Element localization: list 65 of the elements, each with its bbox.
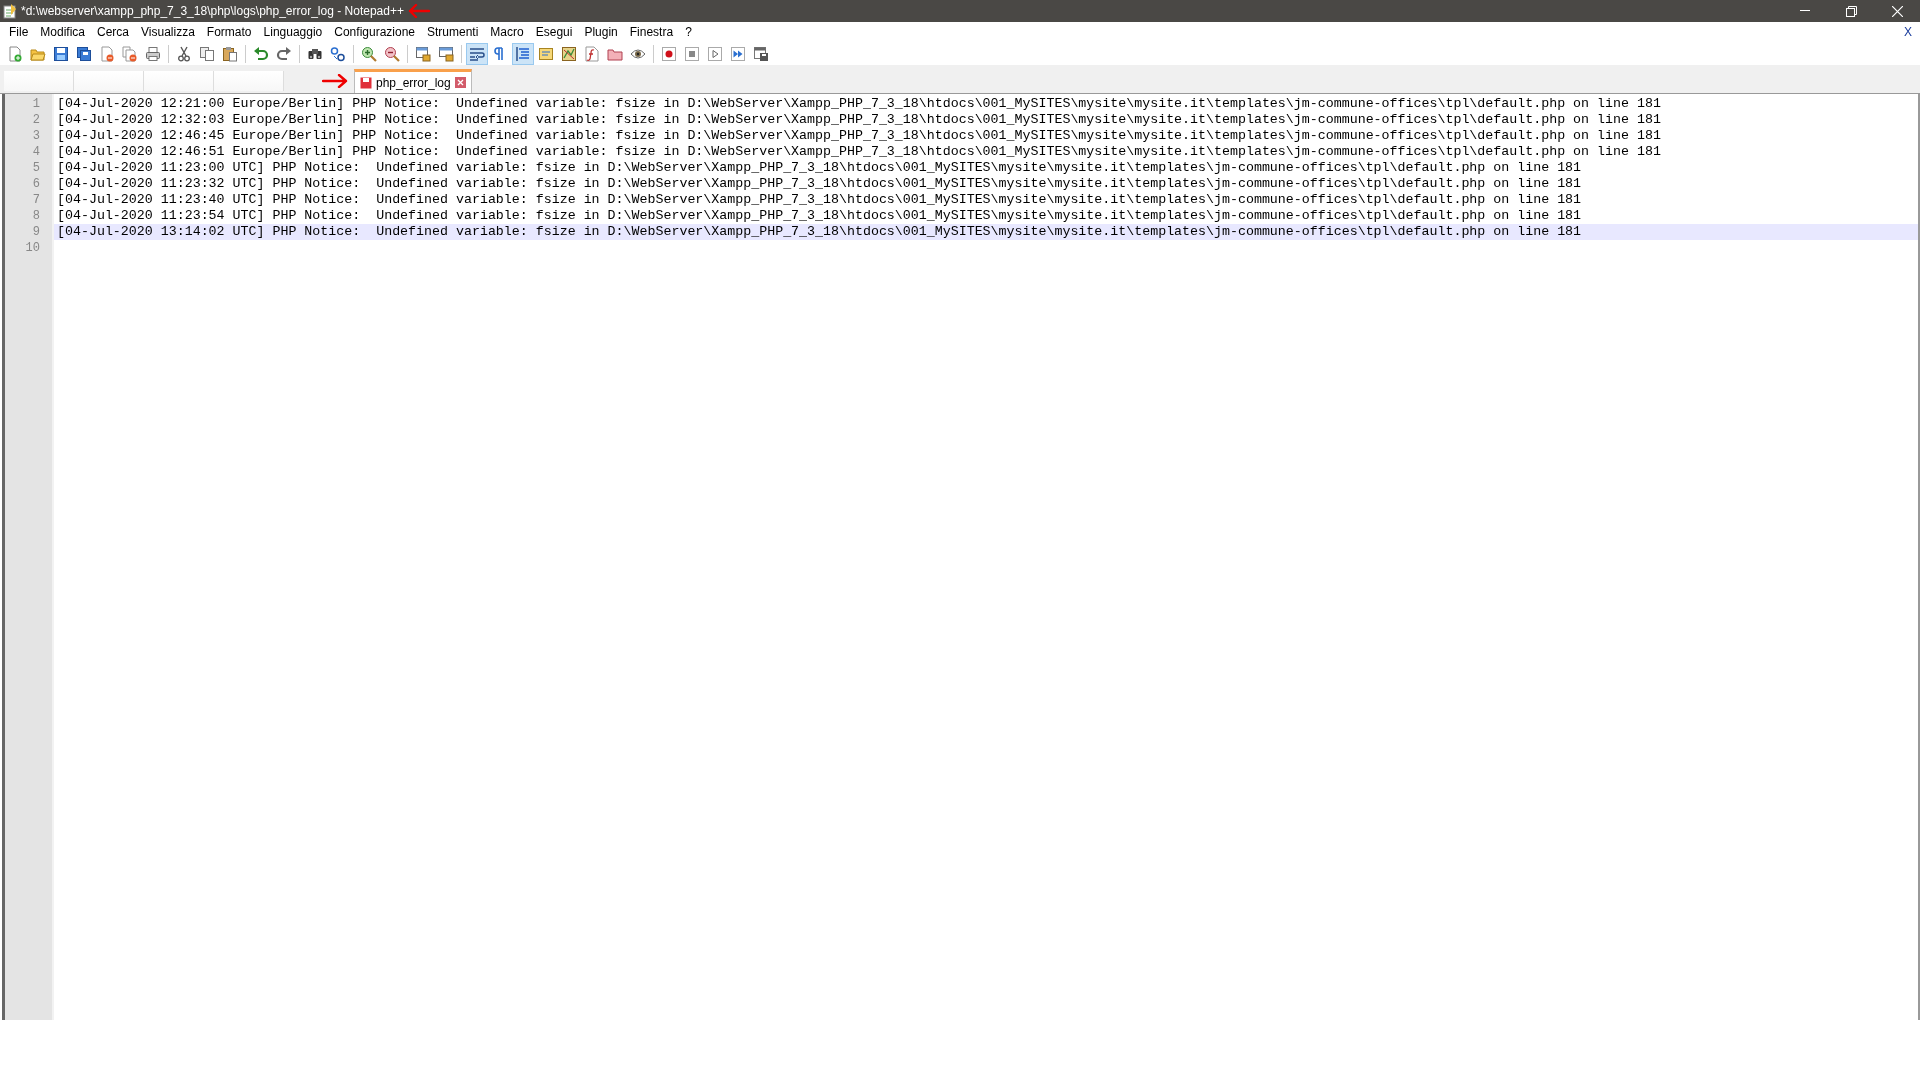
menu-item[interactable]: Modifica [34, 25, 92, 39]
window-title: *d:\webserver\xampp_php_7_3_18\php\logs\php_error_log - Notepad++ [21, 4, 404, 18]
close-document-button[interactable]: X [1896, 25, 1920, 39]
code-line: [04-Jul-2020 11:23:00 UTC] PHP Notice: Undefined variable: fsize in D:\WebServer\Xampp_PHP_7_3_18\htdocs\001_MySITES\mysite\mysite.it\templates\jm-commune-offices\tpl\default.php on line 181 [56, 160, 1583, 176]
close-icon[interactable] [454, 77, 466, 88]
code-line: [04-Jul-2020 12:46:51 Europe/Berlin] PHP Notice: Undefined variable: fsize in D:\WebServer\Xampp_PHP_7_3_18\htdocs\001_MySITES\mysite\mysite.it\templates\jm-commune-offices\tpl\default.php on line 181 [56, 144, 1662, 160]
line-number: 9 [31, 224, 41, 240]
code-line: [04-Jul-2020 11:23:40 UTC] PHP Notice: Undefined variable: fsize in D:\WebServer\Xampp_PHP_7_3_18\htdocs\001_MySITES\mysite\mysite.it\templates\jm-commune-offices\tpl\default.php on line 181 [56, 192, 1583, 208]
new-file-icon [7, 45, 23, 62]
undo-icon [253, 45, 269, 62]
zoom-in-icon [361, 45, 377, 62]
notepad-icon [3, 3, 17, 19]
map-icon [561, 45, 577, 62]
code-line: [04-Jul-2020 11:23:32 UTC] PHP Notice: Undefined variable: fsize in D:\WebServer\Xampp_PHP_7_3_18\htdocs\001_MySITES\mysite\mysite.it\templates\jm-commune-offices\tpl\default.php on line 181 [56, 176, 1583, 192]
file-tab[interactable]: php_error_log [354, 69, 472, 93]
copy-icon [199, 45, 215, 62]
close-icon [1891, 5, 1903, 17]
window-lock-icon [438, 45, 454, 62]
printer-icon [145, 45, 161, 62]
floppy-disks-icon [76, 45, 92, 62]
code-line: [04-Jul-2020 12:21:00 Europe/Berlin] PHP Notice: Undefined variable: fsize in D:\WebServer\Xampp_PHP_7_3_18\htdocs\001_MySITES\mysite\mysite.it\templates\jm-commune-offices\tpl\default.php on line 181 [56, 96, 1662, 112]
code-line: [04-Jul-2020 12:46:45 Europe/Berlin] PHP Notice: Undefined variable: fsize in D:\WebServer\Xampp_PHP_7_3_18\htdocs\001_MySITES\mysite\mysite.it\templates\jm-commune-offices\tpl\default.php on line 181 [56, 128, 1662, 144]
window-lock-icon [415, 45, 431, 62]
line-number: 10 [24, 240, 41, 256]
menu-item[interactable]: Linguaggio [257, 25, 329, 39]
line-number: 3 [31, 128, 41, 144]
redo-icon [276, 45, 292, 62]
line-number: 7 [31, 192, 41, 208]
line-number: 6 [31, 176, 41, 192]
menu-item[interactable]: Strumenti [421, 25, 485, 39]
document-close-icon [99, 45, 115, 62]
record-icon [661, 45, 677, 62]
code-line: [04-Jul-2020 11:23:54 UTC] PHP Notice: Undefined variable: fsize in D:\WebServer\Xampp_PHP_7_3_18\htdocs\001_MySITES\mysite\mysite.it\templates\jm-commune-offices\tpl\default.php on line 181 [56, 208, 1583, 224]
documents-close-icon [122, 45, 138, 62]
note-icon [538, 45, 554, 62]
menu-item[interactable]: Finestra [623, 25, 680, 39]
save-macro-icon [753, 45, 769, 62]
indent-guide-icon [515, 45, 531, 62]
arrow-icon [322, 74, 348, 88]
arrow-icon [407, 4, 430, 18]
line-number: 1 [31, 96, 41, 112]
line-number: 5 [31, 160, 41, 176]
menu-item[interactable]: Visualizza [135, 25, 201, 39]
minimize-icon [1800, 10, 1810, 12]
zoom-out-icon [384, 45, 400, 62]
menu-item[interactable]: Formato [200, 25, 258, 39]
fast-forward-icon [730, 45, 746, 62]
menu-item[interactable]: Configurazione [328, 25, 421, 39]
word-wrap-icon [469, 45, 485, 62]
menu-item[interactable]: Plugin [578, 25, 624, 39]
play-icon [707, 45, 723, 62]
menu-item[interactable]: ? [679, 25, 698, 39]
menu-item[interactable]: Cerca [91, 25, 136, 39]
menu-item[interactable]: Macro [484, 25, 530, 39]
code-line: [04-Jul-2020 12:32:03 Europe/Berlin] PHP Notice: Undefined variable: fsize in D:\WebServer\Xampp_PHP_7_3_18\htdocs\001_MySITES\mysite\mysite.it\templates\jm-commune-offices\tpl\default.php on line 181 [56, 112, 1662, 128]
function-icon [584, 45, 600, 62]
line-number: 8 [31, 208, 41, 224]
menu-item[interactable]: File [3, 25, 35, 39]
scissors-icon [176, 45, 192, 62]
stop-icon [684, 45, 700, 62]
clipboard-icon [222, 45, 238, 62]
menu-item[interactable]: Esegui [529, 25, 579, 39]
line-number: 4 [31, 144, 41, 160]
restore-icon [1845, 5, 1857, 17]
line-number: 2 [31, 112, 41, 128]
